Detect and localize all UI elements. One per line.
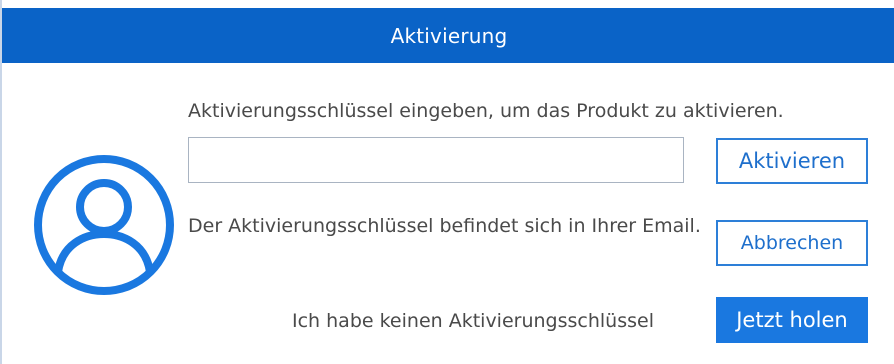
instruction-text: Aktivierungsschlüssel eingeben, um das P… bbox=[188, 100, 784, 122]
activate-button-label: Aktivieren bbox=[738, 149, 846, 173]
cancel-button[interactable]: Abbrechen bbox=[716, 220, 868, 266]
user-avatar-icon bbox=[34, 155, 174, 295]
get-key-now-label: Jetzt holen bbox=[736, 308, 848, 332]
no-key-text: Ich habe keinen Aktivierungsschlüssel bbox=[292, 310, 654, 332]
dialog-titlebar: Aktivierung bbox=[2, 8, 894, 63]
activate-button[interactable]: Aktivieren bbox=[716, 138, 868, 184]
get-key-now-button[interactable]: Jetzt holen bbox=[716, 297, 868, 343]
activation-key-input[interactable] bbox=[188, 137, 684, 183]
dialog-title: Aktivierung bbox=[390, 23, 508, 48]
cancel-button-label: Abbrechen bbox=[740, 232, 844, 254]
activation-dialog: Aktivierung Aktivierungsschlüssel eingeb… bbox=[0, 0, 894, 364]
key-location-info: Der Aktivierungsschlüssel befindet sich … bbox=[188, 215, 701, 237]
